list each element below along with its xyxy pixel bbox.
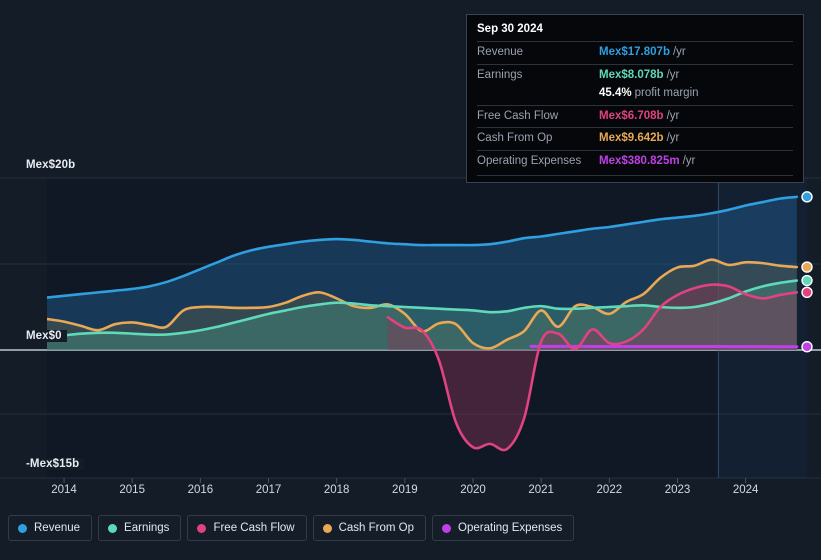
legend-color-dot-icon — [108, 523, 118, 533]
tooltip-row-label: Free Cash Flow — [477, 109, 559, 122]
legend-item-free-cash-flow[interactable]: Free Cash Flow — [187, 515, 307, 541]
legend-item-label: Operating Expenses — [458, 522, 563, 534]
tooltip-footer-rule — [477, 175, 793, 177]
tooltip-row-profit-margin: 45.4% profit margin — [477, 86, 793, 105]
tooltip-row-label: Revenue — [477, 46, 524, 58]
x-axis-tick-2022: 2022 — [596, 484, 623, 496]
legend-color-dot-icon — [18, 523, 27, 533]
x-axis-tick-2019: 2019 — [392, 484, 418, 496]
legend-color-dot-icon — [442, 523, 452, 533]
legend-item-cash-from-op[interactable]: Cash From Op — [312, 515, 427, 541]
tooltip-row-value: 45.4% — [599, 87, 632, 100]
y-axis-label-zero: Mex$0 — [22, 330, 67, 342]
x-axis-tick-2023: 2023 — [664, 484, 691, 496]
tooltip-row-value: Mex$9.642b — [599, 132, 664, 145]
x-axis-tick-2018: 2018 — [323, 484, 350, 496]
y-axis-label-bottom: -Mex$15b — [22, 458, 85, 470]
tooltip-row-label: Earnings — [477, 68, 523, 81]
tooltip-row-unit: profit margin — [634, 87, 699, 100]
legend-item-label: Revenue — [34, 522, 81, 534]
chart-tooltip: Sep 30 2024 Revenue Mex$17.807b/yr Earning… — [466, 14, 804, 184]
tooltip-row-free-cash-flow: Free Cash Flow Mex$6.708b/yr — [477, 104, 793, 128]
tooltip-row-operating-expenses: Operating Expenses Mex$380.825m/yr — [477, 149, 793, 173]
y-axis-label-top: Mex$20b — [22, 159, 81, 171]
x-axis-tick-2020: 2020 — [460, 484, 486, 496]
financials-area-chart: Mex$20b Mex$0 -Mex$15b 2014 2015 2016 2017 2… — [0, 0, 821, 560]
chart-legend[interactable]: Revenue Earnings Free Cash Flow Cash From O… — [8, 515, 575, 541]
legend-color-dot-icon — [197, 523, 207, 533]
x-axis-tick-2017: 2017 — [255, 484, 282, 496]
tooltip-row-label: Cash From Op — [477, 132, 553, 145]
tooltip-row-label: Operating Expenses — [477, 154, 582, 167]
x-axis-tick-2014: 2014 — [51, 484, 77, 496]
legend-item-revenue[interactable]: Revenue — [8, 515, 93, 541]
legend-item-operating-expenses[interactable]: Operating Expenses — [432, 515, 575, 541]
x-axis-tick-2021: 2021 — [528, 484, 554, 496]
tooltip-row-unit: /yr — [666, 132, 680, 145]
tooltip-row-value: Mex$380.825m — [599, 154, 680, 167]
x-axis-tick-2024: 2024 — [732, 484, 759, 496]
legend-color-dot-icon — [322, 523, 332, 533]
x-axis-tick-2016: 2016 — [187, 484, 214, 496]
tooltip-rows: Revenue Mex$17.807b/yr Earnings Mex$8.078b /… — [477, 41, 793, 172]
tooltip-row-unit: /yr — [682, 154, 696, 167]
tooltip-row-earnings: Earnings Mex$8.078b/yr — [477, 63, 793, 87]
tooltip-row-value: Mex$8.078b — [599, 68, 664, 81]
legend-item-label: Free Cash Flow — [213, 522, 295, 534]
legend-item-label: Earnings — [124, 522, 170, 534]
tooltip-row-cash-from-op: Cash From Op Mex$9.642b/yr — [477, 127, 793, 150]
tooltip-row-unit: /yr — [666, 68, 680, 81]
tooltip-row-value: Mex$17.807b — [599, 46, 670, 58]
legend-item-label: Cash From Op — [338, 522, 415, 534]
tooltip-date: Sep 30 2024 — [477, 23, 543, 35]
tooltip-row-unit: /yr — [666, 109, 680, 122]
tooltip-row-revenue: Revenue Mex$17.807b/yr — [477, 41, 793, 64]
tooltip-row-unit: /yr — [672, 46, 686, 58]
legend-item-earnings[interactable]: Earnings — [98, 515, 182, 541]
x-axis-tick-2015: 2015 — [119, 484, 145, 496]
tooltip-row-value: Mex$6.708b — [599, 109, 664, 122]
